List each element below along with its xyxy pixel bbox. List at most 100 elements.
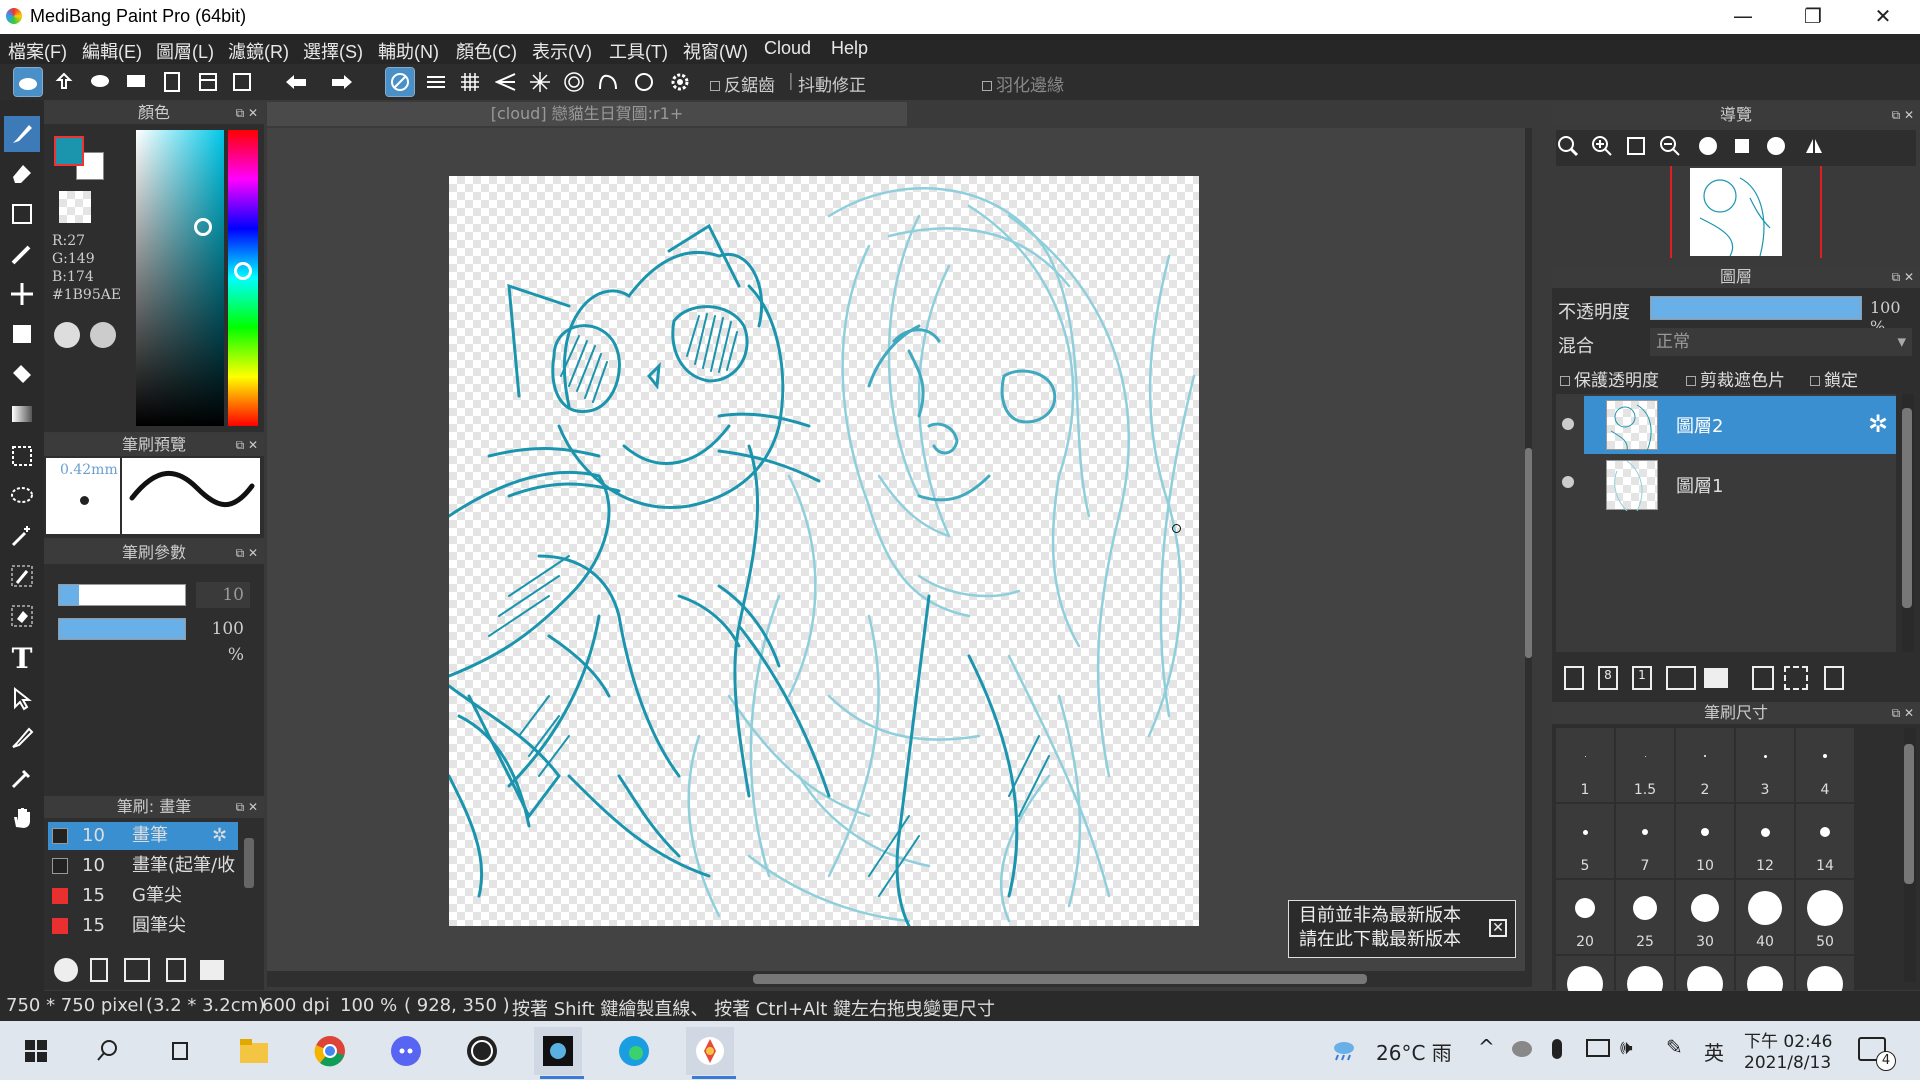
drawing-canvas[interactable] bbox=[449, 176, 1199, 926]
menu-file[interactable]: 檔案(F) bbox=[8, 38, 67, 64]
chevron-up-icon[interactable]: ^ bbox=[1478, 1035, 1495, 1059]
panel-close-icon[interactable]: ⧉ ✕ bbox=[236, 102, 258, 124]
network-icon[interactable] bbox=[1586, 1039, 1610, 1057]
brush-size-cell[interactable]: 7 bbox=[1616, 804, 1674, 878]
transparent-color-swatch[interactable] bbox=[59, 191, 91, 223]
ime-indicator[interactable]: 英 bbox=[1704, 1037, 1724, 1066]
visibility-eye-icon[interactable] bbox=[1562, 418, 1574, 430]
brush-opacity-slider[interactable] bbox=[58, 618, 186, 640]
brush-list-item[interactable]: 10 畫筆(起筆/收 bbox=[48, 852, 238, 880]
panel-layout-icon[interactable] bbox=[194, 68, 222, 96]
duplicate-layer-icon[interactable] bbox=[1752, 666, 1774, 690]
navigator-thumbnail[interactable] bbox=[1690, 168, 1782, 257]
layer-settings-gear-icon[interactable]: ✲ bbox=[1868, 410, 1888, 438]
pen-icon[interactable]: ✎ bbox=[1666, 1035, 1683, 1059]
volume-icon[interactable]: 🕪 bbox=[1620, 1035, 1633, 1059]
hue-slider-handle[interactable] bbox=[234, 262, 252, 280]
cloud-brush-icon[interactable] bbox=[54, 958, 78, 982]
pen-tool-icon[interactable] bbox=[4, 720, 40, 756]
brush-size-cell[interactable]: 1.5 bbox=[1616, 728, 1674, 802]
move-tool-icon[interactable] bbox=[4, 276, 40, 312]
discord-icon[interactable] bbox=[382, 1027, 430, 1075]
folder-icon[interactable] bbox=[200, 960, 224, 980]
menu-help[interactable]: Help bbox=[831, 38, 868, 59]
panel-close-icon[interactable]: ⧉ ✕ bbox=[1892, 266, 1914, 288]
radial-snap-icon[interactable] bbox=[526, 68, 554, 96]
parallel-snap-icon[interactable] bbox=[422, 68, 450, 96]
hand-tool-icon[interactable] bbox=[4, 800, 40, 836]
weather-text[interactable]: 26°C 雨 bbox=[1376, 1037, 1452, 1066]
task-view-icon[interactable] bbox=[156, 1027, 204, 1075]
menu-cloud[interactable]: Cloud bbox=[764, 38, 811, 59]
vertical-scrollbar-track[interactable] bbox=[1525, 128, 1532, 980]
panel-close-icon[interactable]: ⧉ ✕ bbox=[236, 434, 258, 456]
brush-list-item[interactable]: 15 圓筆尖 bbox=[48, 912, 238, 940]
perspective-snap-icon[interactable] bbox=[492, 68, 520, 96]
file-explorer-icon[interactable] bbox=[230, 1027, 278, 1075]
comment-icon[interactable] bbox=[122, 68, 150, 96]
menu-edit[interactable]: 編輯(E) bbox=[82, 38, 142, 64]
canvas-area[interactable] bbox=[267, 128, 1532, 980]
merge-layer-icon[interactable] bbox=[1784, 666, 1808, 690]
close-button[interactable]: ✕ bbox=[1848, 0, 1918, 34]
concentric-snap-icon[interactable] bbox=[560, 68, 588, 96]
vertical-scrollbar-thumb[interactable] bbox=[1525, 448, 1532, 658]
brush-size-cell[interactable]: 40 bbox=[1736, 880, 1794, 954]
hue-slider[interactable] bbox=[228, 130, 258, 426]
layer-scrollbar[interactable] bbox=[1902, 394, 1914, 652]
weather-icon[interactable] bbox=[1330, 1039, 1356, 1061]
layer-folder-icon[interactable] bbox=[1704, 668, 1728, 688]
layer-opacity-slider[interactable] bbox=[1650, 296, 1862, 320]
layer-row[interactable]: 圖層1 bbox=[1556, 456, 1896, 512]
brush-list-scrollbar[interactable] bbox=[244, 838, 254, 888]
brush-size-scrollbar[interactable] bbox=[1904, 728, 1916, 982]
menu-layer[interactable]: 圖層(L) bbox=[156, 38, 214, 64]
saturation-value-picker[interactable] bbox=[136, 130, 224, 426]
delete-layer-icon[interactable] bbox=[1824, 666, 1844, 690]
feather-checkbox[interactable]: 羽化邊緣 bbox=[982, 71, 1064, 96]
brush-tool-icon[interactable] bbox=[4, 116, 40, 152]
select-eraser-tool-icon[interactable] bbox=[4, 598, 40, 634]
document-tab[interactable]: [cloud] 戀貓生日賀圖:r1+ bbox=[267, 102, 907, 126]
add-brush-icon[interactable] bbox=[124, 958, 150, 982]
select-tool-icon[interactable] bbox=[4, 438, 40, 474]
magic-wand-tool-icon[interactable] bbox=[4, 518, 40, 554]
clock-date[interactable]: 2021/8/13 bbox=[1744, 1053, 1831, 1073]
zoom-out-icon[interactable] bbox=[1656, 132, 1684, 160]
close-notice-icon[interactable]: ✕ bbox=[1489, 919, 1507, 937]
menu-window[interactable]: 視窗(W) bbox=[683, 38, 748, 64]
update-notice[interactable]: 目前並非為最新版本 請在此下載最新版本 ✕ bbox=[1288, 900, 1516, 958]
edge-icon[interactable] bbox=[610, 1027, 658, 1075]
blur-tool-icon[interactable] bbox=[4, 236, 40, 272]
brush-list-item[interactable]: 15 G筆尖 bbox=[48, 882, 238, 910]
brush-size-cell[interactable]: 12 bbox=[1736, 804, 1794, 878]
flip-icon[interactable] bbox=[1800, 132, 1828, 160]
palette-icon[interactable] bbox=[54, 322, 80, 348]
visibility-eye-icon[interactable] bbox=[1562, 476, 1574, 488]
new-layer-icon[interactable] bbox=[1564, 666, 1584, 690]
obs-icon[interactable] bbox=[458, 1027, 506, 1075]
brush-size-cell[interactable]: 10 bbox=[1676, 804, 1734, 878]
actual-size-icon[interactable] bbox=[1728, 132, 1756, 160]
zoom-in-icon[interactable] bbox=[1554, 132, 1582, 160]
minimize-button[interactable]: — bbox=[1708, 0, 1778, 34]
operation-tool-icon[interactable] bbox=[4, 680, 40, 716]
onedrive-icon[interactable] bbox=[1512, 1041, 1532, 1057]
gradient-tool-icon[interactable] bbox=[4, 396, 40, 432]
app-icon[interactable] bbox=[534, 1027, 582, 1075]
menu-view[interactable]: 表示(V) bbox=[532, 38, 592, 64]
sv-picker-handle[interactable] bbox=[194, 218, 212, 236]
brush-size-slider[interactable] bbox=[58, 584, 186, 606]
brush-size-cell[interactable]: 5 bbox=[1556, 804, 1614, 878]
panel-close-icon[interactable]: ⧉ ✕ bbox=[1892, 702, 1914, 724]
gear-icon[interactable]: ✲ bbox=[212, 822, 227, 850]
rotate-left-icon[interactable] bbox=[1694, 132, 1722, 160]
restore-button[interactable]: ❐ bbox=[1778, 0, 1848, 34]
panel-close-icon[interactable]: ⧉ ✕ bbox=[236, 542, 258, 564]
search-icon[interactable] bbox=[84, 1027, 132, 1075]
undo-icon[interactable] bbox=[282, 68, 310, 96]
brush-list-item[interactable]: 10 畫筆 ✲ bbox=[48, 822, 238, 850]
horizontal-scrollbar-thumb[interactable] bbox=[753, 974, 1367, 984]
select-pen-tool-icon[interactable] bbox=[4, 558, 40, 594]
eyedropper-tool-icon[interactable] bbox=[4, 760, 40, 796]
